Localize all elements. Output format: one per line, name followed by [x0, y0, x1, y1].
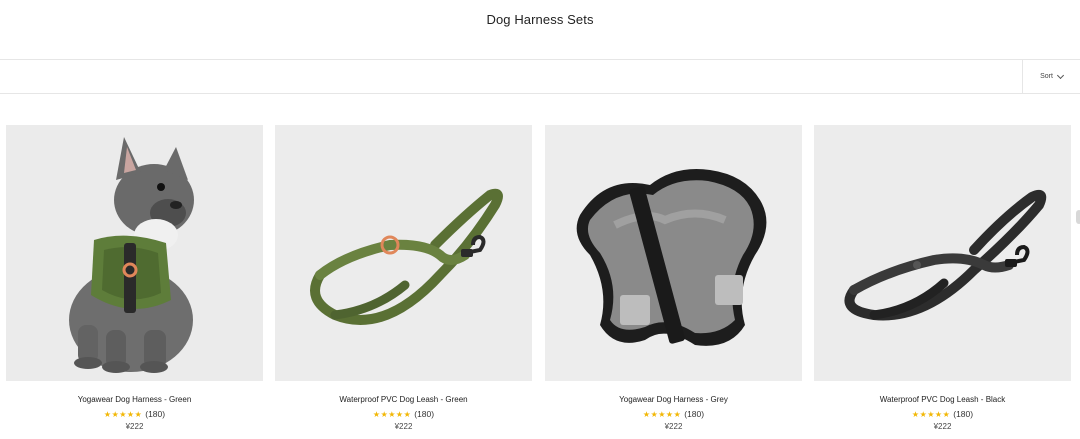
chevron-down-icon: [1056, 71, 1064, 79]
page-title: Dog Harness Sets: [486, 12, 594, 27]
product-card[interactable]: Waterproof PVC Dog Leash - Black ★★★★★ (…: [814, 125, 1071, 431]
product-price: ¥222: [664, 422, 683, 431]
product-card[interactable]: Yogawear Dog Harness - Green ★★★★★ (180)…: [6, 125, 263, 431]
product-image-grey-harness[interactable]: [545, 125, 802, 381]
carousel-next-edge[interactable]: [1076, 210, 1080, 224]
product-rating: ★★★★★ (180): [814, 409, 1071, 419]
product-card[interactable]: Yogawear Dog Harness - Grey ★★★★★ (180) …: [545, 125, 802, 431]
product-rating: ★★★★★ (180): [275, 409, 532, 419]
filter-toolbar: Sort: [0, 59, 1080, 94]
sort-label: Sort: [1040, 73, 1053, 80]
product-price: ¥222: [933, 422, 952, 431]
product-card[interactable]: Waterproof PVC Dog Leash - Green ★★★★★ (…: [275, 125, 532, 431]
star-rating-icon: ★★★★★: [911, 409, 951, 419]
product-image-green-leash[interactable]: [275, 125, 532, 381]
star-rating-icon: ★★★★★: [642, 409, 682, 419]
product-image-black-leash[interactable]: [814, 125, 1071, 381]
product-name[interactable]: Yogawear Dog Harness - Grey: [545, 395, 802, 404]
product-rating: ★★★★★ (180): [6, 409, 263, 419]
review-count: (180): [953, 409, 974, 419]
product-price: ¥222: [125, 422, 144, 431]
product-rating: ★★★★★ (180): [545, 409, 802, 419]
page-header: Dog Harness Sets: [0, 0, 1080, 59]
product-price: ¥222: [394, 422, 413, 431]
star-rating-icon: ★★★★★: [103, 409, 143, 419]
star-rating-icon: ★★★★★: [372, 409, 412, 419]
product-name[interactable]: Waterproof PVC Dog Leash - Green: [275, 395, 532, 404]
review-count: (180): [145, 409, 166, 419]
review-count: (180): [414, 409, 435, 419]
product-name[interactable]: Yogawear Dog Harness - Green: [6, 395, 263, 404]
product-name[interactable]: Waterproof PVC Dog Leash - Black: [814, 395, 1071, 404]
review-count: (180): [684, 409, 705, 419]
sort-dropdown[interactable]: Sort: [1022, 60, 1080, 93]
product-image-dog-green-harness[interactable]: [6, 125, 263, 381]
